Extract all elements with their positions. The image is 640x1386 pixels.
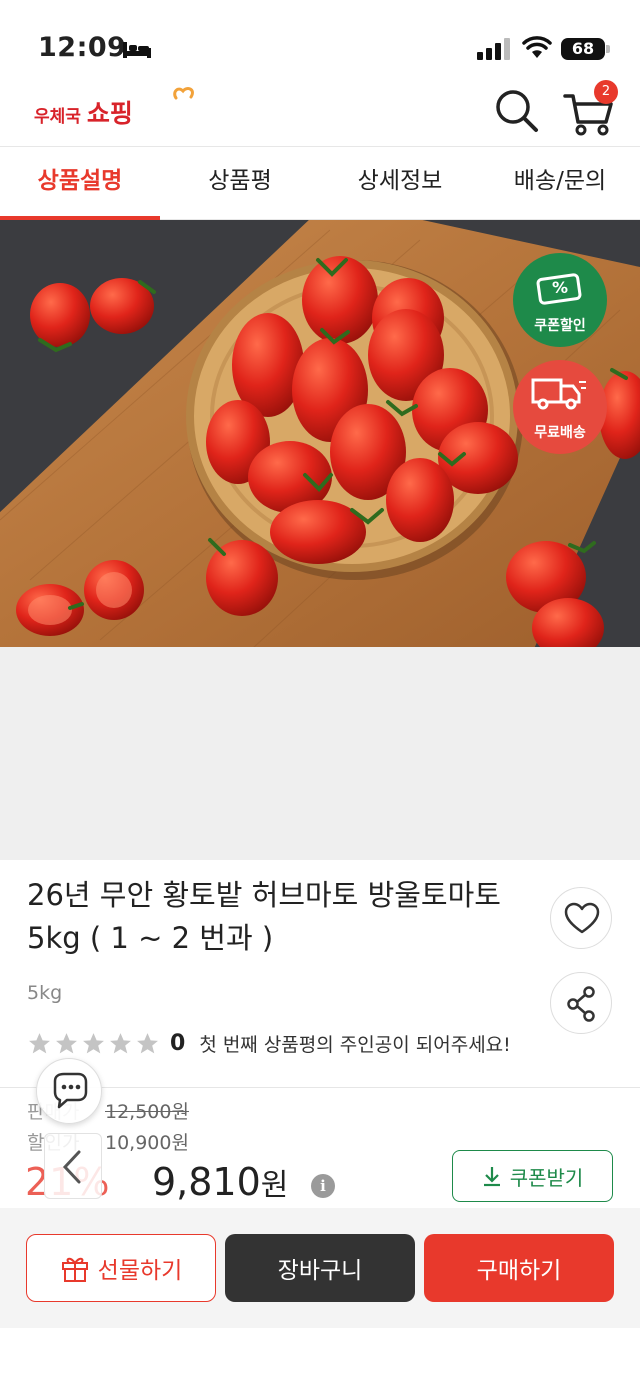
- share-icon: [567, 986, 595, 1022]
- star-icon: [56, 1033, 77, 1054]
- logo[interactable]: 우체국 쇼핑: [34, 87, 194, 130]
- heart-icon: [564, 902, 600, 934]
- star-icon: [83, 1033, 104, 1054]
- cellular-signal-icon: [477, 38, 510, 60]
- final-price-unit: 원: [260, 1168, 289, 1203]
- review-count: 0: [170, 1031, 186, 1056]
- shipping-badge-label: 무료배송: [534, 425, 586, 441]
- chat-button[interactable]: [36, 1058, 102, 1124]
- add-to-cart-button[interactable]: 장바구니: [225, 1234, 415, 1302]
- coupon-download-button[interactable]: 쿠폰받기: [452, 1150, 613, 1202]
- product-weight: 5kg: [27, 982, 63, 1004]
- discounted-price: 10,900원: [105, 1132, 189, 1154]
- tab-bar: 상품설명 상품평 상세정보 배송/문의: [0, 146, 640, 220]
- wifi-icon: [522, 36, 552, 58]
- chevron-left-icon: [62, 1150, 81, 1184]
- product-image[interactable]: % 쿠폰할인 무료배송: [0, 220, 640, 647]
- gift-button-label: 선물하기: [97, 1258, 183, 1284]
- tab-shipping-inquiry[interactable]: 배송/문의: [480, 147, 640, 219]
- tab-description[interactable]: 상품설명: [0, 147, 160, 220]
- rating-summary[interactable]: 0 첫 번째 상품평의 주인공이 되어주세요!: [27, 1030, 511, 1057]
- coupon-download-label: 쿠폰받기: [509, 1165, 584, 1190]
- coupon-badge-label: 쿠폰할인: [534, 318, 586, 334]
- battery-indicator: 68: [561, 38, 605, 60]
- wishlist-button[interactable]: [550, 887, 612, 949]
- gift-icon: [61, 1257, 88, 1282]
- sleep-mode-icon: [123, 42, 151, 58]
- final-price-value: 9,810: [152, 1160, 261, 1204]
- star-rating: [27, 1031, 160, 1056]
- coupon-discount-badge[interactable]: % 쿠폰할인: [513, 253, 607, 347]
- star-icon: [29, 1033, 50, 1054]
- star-icon: [110, 1033, 131, 1054]
- back-button[interactable]: [44, 1133, 102, 1199]
- search-icon[interactable]: [492, 86, 540, 134]
- star-icon: [137, 1033, 158, 1054]
- app-header: 우체국 쇼핑 2: [0, 80, 640, 146]
- cart-count-badge: 2: [594, 80, 618, 104]
- image-placeholder-area: [0, 647, 640, 860]
- final-price: 9,810원: [152, 1160, 288, 1204]
- logo-text-small: 우체국: [34, 107, 81, 127]
- bottom-action-bar: 선물하기 장바구니 구매하기: [0, 1208, 640, 1328]
- original-price: 12,500원: [105, 1101, 189, 1123]
- gift-button[interactable]: 선물하기: [26, 1234, 216, 1302]
- chat-bubble-icon: [53, 1072, 88, 1109]
- home-indicator-area: [0, 1328, 640, 1386]
- review-prompt: 첫 번째 상품평의 주인공이 되어주세요!: [199, 1034, 511, 1056]
- truck-icon: [531, 378, 586, 410]
- share-button[interactable]: [550, 972, 612, 1034]
- coupon-percent: %: [551, 278, 569, 297]
- product-title: 26년 무안 황토밭 허브마토 방울토마토 5kg ( 1 ~ 2 번과 ): [27, 878, 501, 955]
- download-icon: [483, 1167, 500, 1187]
- status-bar: 12:09 68: [0, 0, 640, 80]
- tab-reviews[interactable]: 상품평: [160, 147, 320, 219]
- status-time: 12:09: [38, 32, 127, 63]
- price-info-icon[interactable]: i: [311, 1174, 335, 1198]
- buy-now-button[interactable]: 구매하기: [424, 1234, 614, 1302]
- heart-logo-icon: [173, 87, 194, 100]
- battery-tip: [606, 45, 610, 53]
- tab-details[interactable]: 상세정보: [320, 147, 480, 219]
- free-shipping-badge: 무료배송: [513, 360, 607, 454]
- logo-text-big: 쇼핑: [86, 99, 133, 128]
